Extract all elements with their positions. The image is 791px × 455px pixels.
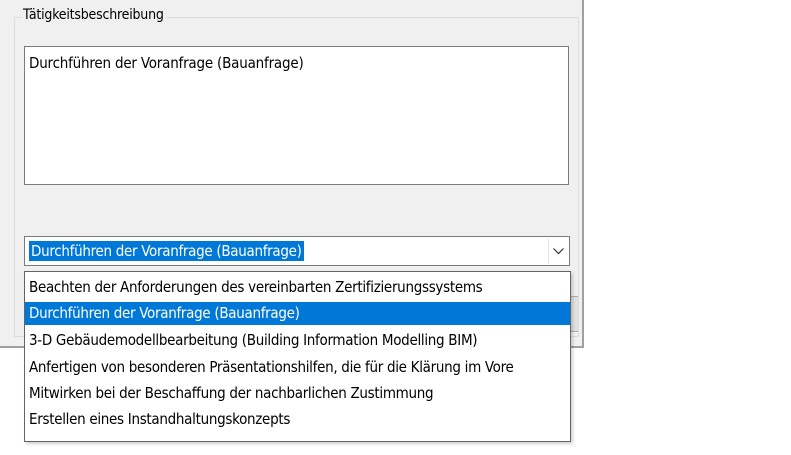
groupbox-title: Tätigkeitsbeschreibung	[21, 6, 167, 24]
partially-hidden-button[interactable]	[570, 296, 578, 332]
dropdown-option[interactable]: Mitwirken bei der Beschaffung der nachba…	[25, 382, 570, 405]
description-textarea[interactable]: Durchführen der Voranfrage (Bauanfrage)	[24, 46, 569, 185]
dropdown-option[interactable]: Anfertigen von besonderen Präsentationsh…	[25, 356, 570, 379]
dropdown-toggle-button[interactable]	[548, 238, 568, 264]
dropdown-option[interactable]: Erstellen eines Instandhaltungskonzepts	[25, 408, 570, 431]
combobox-dropdown-list[interactable]: Beachten der Anforderungen des vereinbar…	[24, 271, 571, 442]
activity-combobox[interactable]: Durchführen der Voranfrage (Bauanfrage)	[24, 236, 570, 266]
chevron-down-icon	[553, 247, 564, 254]
dropdown-option[interactable]: 3-D Gebäudemodellbearbeitung (Building I…	[25, 329, 570, 352]
dropdown-option-selected[interactable]: Durchführen der Voranfrage (Bauanfrage)	[25, 302, 570, 325]
dropdown-option[interactable]: Beachten der Anforderungen des vereinbar…	[25, 276, 570, 299]
combobox-selected-value[interactable]: Durchführen der Voranfrage (Bauanfrage)	[29, 241, 304, 261]
